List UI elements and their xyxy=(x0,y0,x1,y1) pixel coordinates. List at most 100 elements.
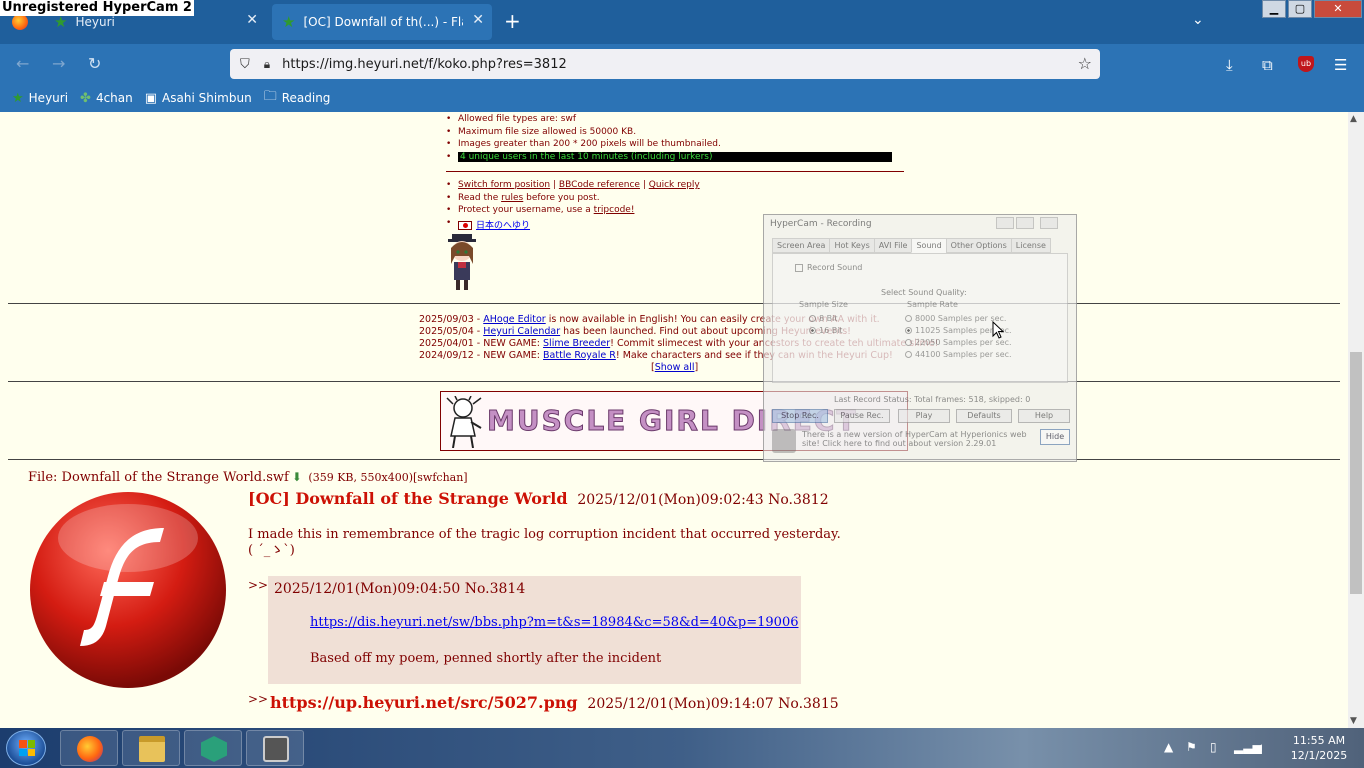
tracking-shield-icon[interactable]: ⛉ xyxy=(240,57,250,72)
update-notice-link[interactable]: There is a new version of HyperCam at Hy… xyxy=(802,430,1032,448)
radio-icon xyxy=(905,315,912,322)
volume-icon[interactable]: 🔈︎ xyxy=(1258,740,1265,755)
menu-hamburger-icon[interactable]: ☰ xyxy=(1334,56,1347,74)
news-link[interactable]: Slime Breeder xyxy=(543,338,610,349)
hypercam-camera-icon xyxy=(263,736,289,762)
windows-taskbar: ▲ ⚑ ▯ ▂▃▅ 🔈︎ 11:55 AM 12/1/2025 xyxy=(0,728,1364,768)
taskbar-app-green[interactable] xyxy=(184,730,242,766)
close-tab-icon[interactable]: ✕ xyxy=(246,12,258,28)
start-button[interactable] xyxy=(6,730,46,766)
download-icon[interactable]: ⬇ xyxy=(292,470,302,484)
hypercam-maximize-button[interactable] xyxy=(1016,217,1034,229)
bookmarks-toolbar: ★ Heyuri ✤ 4chan ▣ Asahi Shimbun 🗀︎ Reading xyxy=(0,84,1364,112)
news-link[interactable]: Heyuri Calendar xyxy=(483,326,560,337)
back-arrow-icon[interactable]: ← xyxy=(16,54,29,73)
switch-form-position-link[interactable]: Switch form position xyxy=(458,180,550,190)
news-link[interactable]: AHoge Editor xyxy=(483,314,545,325)
hypercam-tab-other-options[interactable]: Other Options xyxy=(945,238,1012,253)
divider xyxy=(8,303,1340,304)
bookmark-4chan[interactable]: ✤ 4chan xyxy=(80,91,133,106)
page-content: Allowed file types are: swf Maximum file… xyxy=(0,112,1348,728)
reply-image-link[interactable]: https://up.heyuri.net/src/5027.png xyxy=(270,693,578,712)
tripcode-link[interactable]: tripcode! xyxy=(594,205,635,215)
system-clock[interactable]: 11:55 AM 12/1/2025 xyxy=(1288,733,1350,763)
japan-flag-icon xyxy=(458,220,472,230)
tab-active-thread[interactable]: ★ [OC] Downfall of th(...) - Flash ✕ xyxy=(272,4,492,40)
device-icon[interactable]: ▯ xyxy=(1210,740,1217,754)
rate-22050-radio[interactable]: 22050 Samples per sec. xyxy=(905,338,1012,347)
reply-marker: >> xyxy=(248,692,269,706)
bookmark-star-icon[interactable]: ☆ xyxy=(1078,54,1092,73)
taskbar-explorer[interactable] xyxy=(122,730,180,766)
scroll-down-arrow-icon[interactable]: ▼ xyxy=(1350,716,1357,726)
show-hidden-icons-icon[interactable]: ▲ xyxy=(1164,740,1173,754)
reply-date[interactable]: 2025/12/01(Mon)09:14:07 No.3815 xyxy=(587,696,838,712)
list-tabs-chevron-icon[interactable]: ⌄ xyxy=(1192,12,1204,28)
reload-icon[interactable]: ↻ xyxy=(88,54,101,73)
scroll-up-arrow-icon[interactable]: ▲ xyxy=(1350,114,1357,124)
flash-thumbnail-image[interactable] xyxy=(28,490,228,690)
hypercam-tab-screen-area[interactable]: Screen Area xyxy=(772,238,831,253)
bookmark-folder-reading[interactable]: 🗀︎ Reading xyxy=(264,87,331,109)
star-favicon-icon: ★ xyxy=(282,13,296,31)
scroll-thumb[interactable] xyxy=(1350,352,1362,594)
close-window-button[interactable]: ✕ xyxy=(1314,0,1362,18)
rule-item: Allowed file types are: swf xyxy=(446,114,892,127)
url-text[interactable]: https://img.heyuri.net/f/koko.php?res=38… xyxy=(282,57,567,72)
taskbar-hypercam[interactable] xyxy=(246,730,304,766)
news-link[interactable]: Battle Royale R xyxy=(543,350,616,361)
show-all-link[interactable]: Show all xyxy=(655,362,695,373)
hypercam-tab-avi-file[interactable]: AVI File xyxy=(873,238,913,253)
bbcode-reference-link[interactable]: BBCode reference xyxy=(559,180,640,190)
bookmark-heyuri[interactable]: ★ Heyuri xyxy=(12,91,68,106)
hypercam-close-button[interactable] xyxy=(1040,217,1058,229)
minimize-window-button[interactable]: ▁ xyxy=(1262,0,1286,18)
help-button[interactable]: Help xyxy=(1018,409,1070,423)
show-all-news: [Show all] xyxy=(651,362,699,373)
rule-item: Images greater than 200 * 200 pixels wil… xyxy=(446,139,892,152)
size-8bit-radio[interactable]: 8 Bit xyxy=(809,314,837,323)
close-tab-icon[interactable]: ✕ xyxy=(472,12,484,28)
defaults-button[interactable]: Defaults xyxy=(956,409,1012,423)
hypercam-tab-hot-keys[interactable]: Hot Keys xyxy=(829,238,875,253)
record-sound-checkbox[interactable]: Record Sound xyxy=(795,263,862,272)
action-center-flag-icon[interactable]: ⚑ xyxy=(1186,740,1197,754)
hypercam-window: HyperCam - Recording Screen Area Hot Key… xyxy=(763,214,1077,462)
address-bar[interactable]: ⛉ 🔒︎ https://img.heyuri.net/f/koko.php?r… xyxy=(230,49,1100,79)
reply-date[interactable]: 2025/12/01(Mon)09:04:50 No.3814 xyxy=(274,581,525,597)
maximize-window-button[interactable]: ▢ xyxy=(1288,0,1312,18)
rate-44100-radio[interactable]: 44100 Samples per sec. xyxy=(905,350,1012,359)
japanese-heyuri-link[interactable]: 日本のへゆり xyxy=(476,221,530,231)
downloads-icon[interactable]: ⤓ xyxy=(1226,56,1233,74)
rule-item: 日本のへゆり xyxy=(446,218,700,231)
quick-reply-link[interactable]: Quick reply xyxy=(649,180,700,190)
op-post-date[interactable]: 2025/12/01(Mon)09:02:43 No.3812 xyxy=(577,492,828,508)
hypercam-minimize-button[interactable] xyxy=(996,217,1014,229)
hypercam-tab-sound[interactable]: Sound xyxy=(911,238,947,253)
hypercam-watermark: Unregistered HyperCam 2 xyxy=(0,0,194,16)
reply-external-link[interactable]: https://dis.heyuri.net/sw/bbs.php?m=t&s=… xyxy=(310,615,799,630)
bookmark-asahi[interactable]: ▣ Asahi Shimbun xyxy=(145,91,252,106)
sample-size-label: Sample Size xyxy=(799,300,848,309)
new-tab-icon[interactable]: + xyxy=(504,10,521,32)
rules-link[interactable]: rules xyxy=(501,193,523,203)
unique-users-counter: 4 unique users in the last 10 minutes (i… xyxy=(458,151,892,162)
file-name-link[interactable]: Downfall of the Strange World.swf xyxy=(62,470,289,485)
extensions-icon[interactable]: ⧉ xyxy=(1262,56,1273,74)
page-scrollbar[interactable]: ▲ ▼ xyxy=(1348,112,1364,728)
file-meta: (359 KB, 550x400)[swfchan] xyxy=(304,471,468,484)
stop-rec-button[interactable]: Stop Rec. xyxy=(772,409,828,423)
pause-rec-button[interactable]: Pause Rec. xyxy=(834,409,890,423)
hypercam-tab-license[interactable]: License xyxy=(1010,238,1051,253)
size-16bit-radio[interactable]: 16 Bit xyxy=(809,326,843,335)
forward-arrow-icon[interactable]: → xyxy=(52,54,65,73)
ublock-origin-icon[interactable]: ub xyxy=(1298,56,1314,72)
firefox-menu-icon[interactable] xyxy=(12,14,28,30)
op-post-title: [OC] Downfall of the Strange World xyxy=(248,489,568,508)
taskbar-firefox[interactable] xyxy=(60,730,118,766)
op-post-header: [OC] Downfall of the Strange World 2025/… xyxy=(248,489,829,508)
play-button[interactable]: Play xyxy=(898,409,950,423)
lock-icon[interactable]: 🔒︎ xyxy=(264,57,270,72)
hide-button[interactable]: Hide xyxy=(1040,429,1070,445)
firefox-icon xyxy=(77,736,103,762)
